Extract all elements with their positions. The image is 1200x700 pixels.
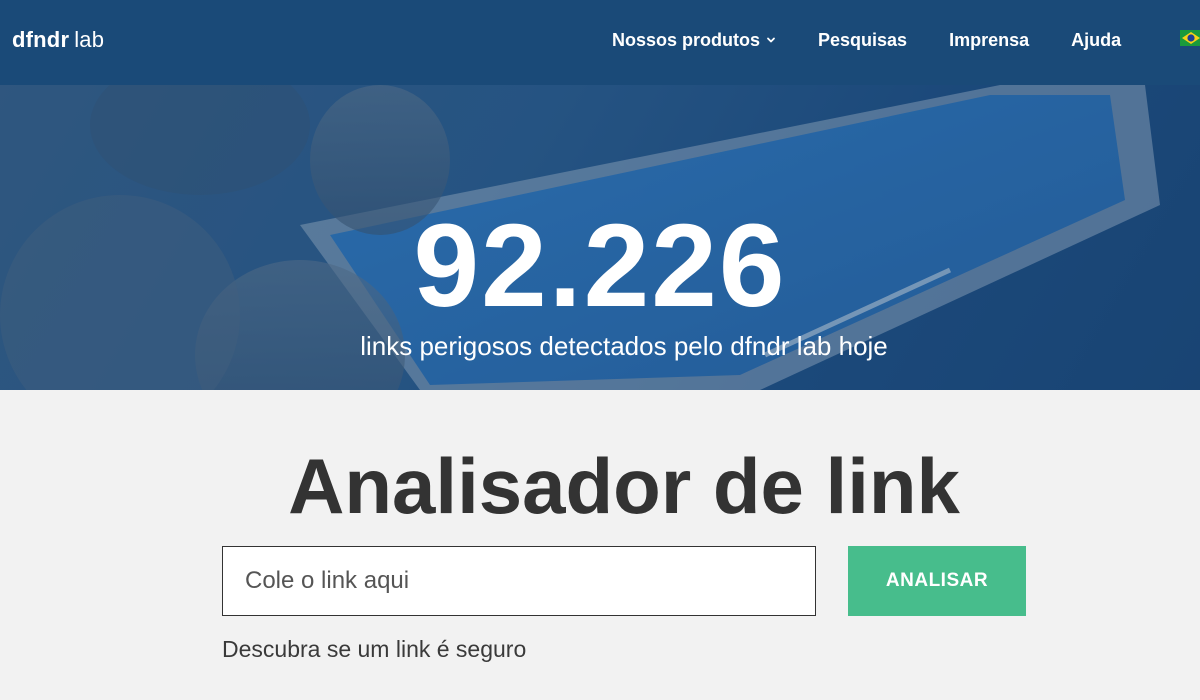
nav-item-help[interactable]: Ajuda — [1071, 30, 1121, 51]
brand-logo-light: lab — [74, 27, 105, 52]
dangerous-links-caption: links perigosos detectados pelo dfndr la… — [360, 331, 888, 361]
nav-item-research[interactable]: Pesquisas — [818, 30, 907, 51]
helper-text: Descubra se um link é seguro — [222, 636, 527, 662]
top-navigation-bar: dfndr lab Nossos produtos Pesquisas Impre… — [0, 0, 1200, 85]
hero-banner: 92.226 links perigosos detectados pelo d… — [0, 85, 1200, 390]
brand-logo[interactable]: dfndr lab — [12, 26, 104, 54]
language-selector[interactable] — [1180, 30, 1200, 46]
analyze-button[interactable]: ANALISAR — [848, 546, 1026, 616]
brazil-flag-icon — [1180, 30, 1200, 46]
nav-item-products[interactable]: Nossos produtos — [612, 30, 776, 51]
nav-item-products-label: Nossos produtos — [612, 29, 761, 50]
brand-logo-bold: dfndr — [12, 27, 70, 52]
link-url-input[interactable] — [222, 546, 816, 616]
main-nav: Nossos produtos Pesquisas Imprensa Ajuda — [612, 26, 1121, 54]
page-title: Analisador de link — [288, 442, 960, 530]
dangerous-links-count: 92.226 — [413, 200, 787, 332]
nav-item-press[interactable]: Imprensa — [949, 30, 1029, 51]
chevron-down-icon — [767, 37, 775, 43]
